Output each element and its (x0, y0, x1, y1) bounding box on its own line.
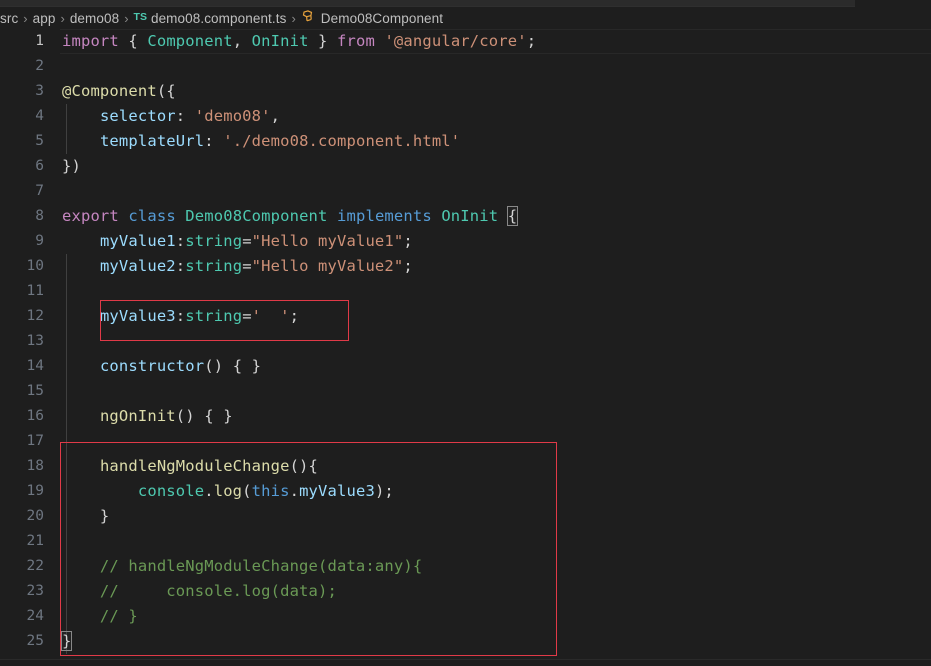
line-number: 15 (26, 383, 44, 399)
line-number: 5 (35, 133, 44, 149)
code-line[interactable]: 23 // console.log(data); (0, 579, 931, 604)
code-content[interactable]: myValue2:string="Hello myValue2"; (62, 254, 413, 279)
bracket-match-highlight: { (506, 206, 519, 226)
code-content[interactable]: // handleNgModuleChange(data:any){ (62, 554, 422, 579)
line-number: 9 (35, 233, 44, 249)
chevron-right-icon: › (60, 10, 65, 26)
line-number: 17 (26, 433, 44, 449)
code-content[interactable]: console.log(this.myValue3); (62, 479, 394, 504)
code-content[interactable]: export class Demo08Component implements … (62, 204, 519, 229)
breadcrumb-item-demo08[interactable]: demo08 (70, 11, 119, 26)
code-line[interactable]: 18 handleNgModuleChange(){ (0, 454, 931, 479)
chevron-right-icon: › (124, 10, 129, 26)
bracket-match-highlight: } (60, 631, 73, 651)
code-line[interactable]: 13 (0, 329, 931, 354)
line-number: 8 (35, 208, 44, 224)
editor-bottom-divider (0, 659, 931, 660)
code-content[interactable]: } (62, 504, 109, 529)
breadcrumb: src › app › demo08 › TS demo08.component… (0, 7, 931, 29)
code-line[interactable]: 3 @Component({ (0, 79, 931, 104)
breadcrumb-item-symbol[interactable]: Demo08Component (321, 11, 443, 26)
class-symbol-icon (301, 10, 316, 26)
code-content[interactable]: import { Component, OnInit } from '@angu… (62, 29, 536, 54)
line-number: 24 (26, 608, 44, 624)
code-content[interactable]: handleNgModuleChange(){ (62, 454, 318, 479)
line-number: 13 (26, 333, 44, 349)
code-line[interactable]: 2 (0, 54, 931, 79)
line-number: 23 (26, 583, 44, 599)
code-line[interactable]: 24 // } (0, 604, 931, 629)
typescript-file-icon: TS (133, 11, 147, 23)
code-line[interactable]: 15 (0, 379, 931, 404)
code-content[interactable]: // } (62, 604, 138, 629)
line-number: 11 (26, 283, 44, 299)
line-number: 19 (26, 483, 44, 499)
horizontal-scrollbar-track[interactable] (0, 0, 931, 7)
code-content[interactable]: } (60, 629, 73, 654)
breadcrumb-item-app[interactable]: app (33, 11, 56, 26)
line-number: 14 (26, 358, 44, 374)
line-number: 12 (26, 308, 44, 324)
chevron-right-icon: › (291, 10, 296, 26)
code-line[interactable]: 8 export class Demo08Component implement… (0, 204, 931, 229)
code-content[interactable]: myValue3:string=' '; (62, 304, 299, 329)
code-content[interactable]: @Component({ (62, 79, 176, 104)
line-number: 4 (35, 108, 44, 124)
code-line[interactable]: 12 myValue3:string=' '; (0, 304, 931, 329)
line-number: 2 (35, 58, 44, 74)
code-line[interactable]: 1 import { Component, OnInit } from '@an… (0, 29, 931, 54)
code-line[interactable]: 6 }) (0, 154, 931, 179)
code-editor[interactable]: 1 import { Component, OnInit } from '@an… (0, 29, 931, 666)
code-line[interactable]: 22 // handleNgModuleChange(data:any){ (0, 554, 931, 579)
code-line[interactable]: 14 constructor() { } (0, 354, 931, 379)
breadcrumb-item-file[interactable]: demo08.component.ts (151, 11, 286, 26)
line-number: 6 (35, 158, 44, 174)
code-line[interactable]: 10 myValue2:string="Hello myValue2"; (0, 254, 931, 279)
horizontal-scrollbar-thumb[interactable] (0, 0, 855, 7)
line-number: 22 (26, 558, 44, 574)
code-line[interactable]: 11 (0, 279, 931, 304)
class-symbol-glyph (302, 10, 312, 22)
chevron-right-icon: › (23, 10, 28, 26)
line-number: 25 (26, 633, 44, 649)
code-content[interactable]: ngOnInit() { } (62, 404, 233, 429)
code-line[interactable]: 7 (0, 179, 931, 204)
line-number: 1 (35, 33, 44, 49)
code-line[interactable]: 16 ngOnInit() { } (0, 404, 931, 429)
code-line[interactable]: 19 console.log(this.myValue3); (0, 479, 931, 504)
breadcrumb-item-src[interactable]: src (0, 11, 18, 26)
code-content[interactable]: // console.log(data); (62, 579, 337, 604)
line-number: 18 (26, 458, 44, 474)
code-line[interactable]: 4 selector: 'demo08', (0, 104, 931, 129)
code-content[interactable]: constructor() { } (62, 354, 261, 379)
code-line[interactable]: 21 (0, 529, 931, 554)
line-number: 21 (26, 533, 44, 549)
code-content[interactable]: }) (62, 154, 81, 179)
line-number: 3 (35, 83, 44, 99)
line-number: 7 (35, 183, 44, 199)
code-line[interactable]: 5 templateUrl: './demo08.component.html' (0, 129, 931, 154)
code-content[interactable]: selector: 'demo08', (62, 104, 280, 129)
line-number: 16 (26, 408, 44, 424)
code-line[interactable]: 25 } (0, 629, 931, 654)
code-content[interactable]: templateUrl: './demo08.component.html' (62, 129, 460, 154)
code-line[interactable]: 17 (0, 429, 931, 454)
line-number: 20 (26, 508, 44, 524)
code-content[interactable]: myValue1:string="Hello myValue1"; (62, 229, 413, 254)
code-line[interactable]: 20 } (0, 504, 931, 529)
code-line[interactable]: 9 myValue1:string="Hello myValue1"; (0, 229, 931, 254)
line-number: 10 (26, 258, 44, 274)
